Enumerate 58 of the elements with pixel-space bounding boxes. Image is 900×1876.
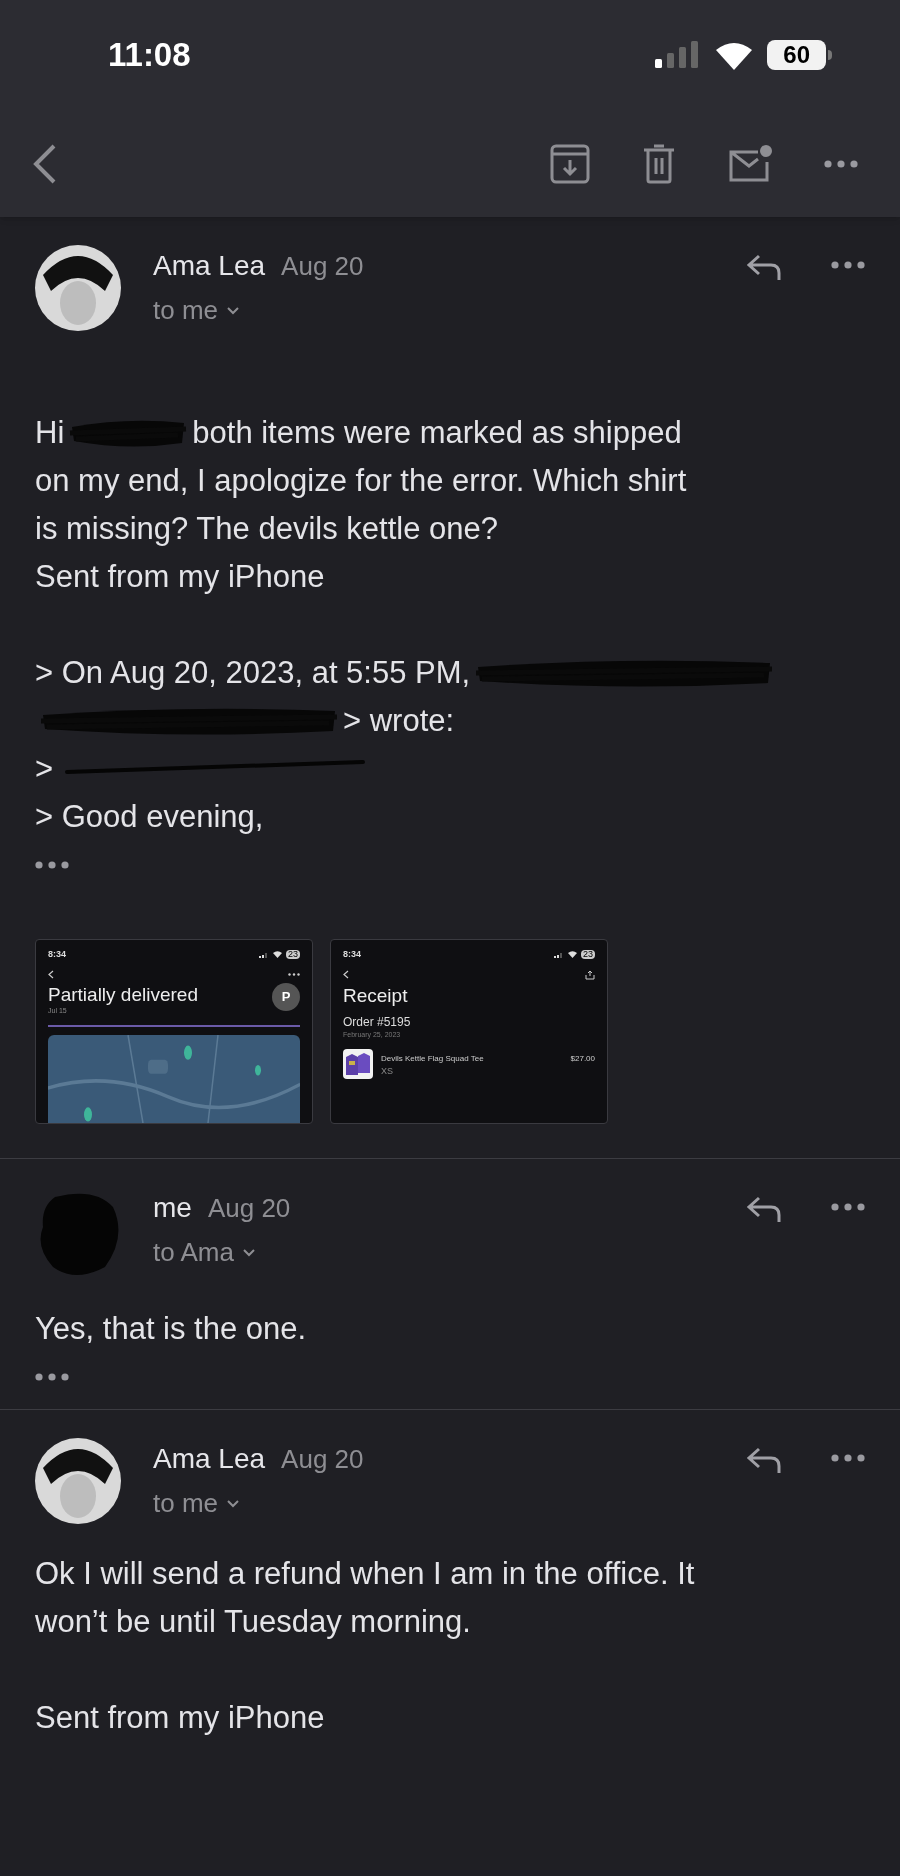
recipient-toggle[interactable]: to me: [153, 1484, 745, 1523]
recipient-toggle[interactable]: to Ama: [153, 1233, 745, 1272]
share-icon: [585, 969, 595, 980]
body-text: > wrote:: [343, 701, 455, 740]
reply-icon[interactable]: [745, 1195, 783, 1223]
thumbnail-title: Receipt: [342, 983, 409, 1008]
more-icon[interactable]: [824, 159, 858, 168]
message-date: Aug 20: [281, 250, 364, 283]
item-size: XS: [381, 1064, 394, 1078]
battery-level: 23: [286, 950, 300, 960]
more-icon[interactable]: [831, 1454, 865, 1462]
back-icon: [48, 969, 54, 979]
body-text: Ok I will send a refund when I am in the office. It: [35, 1554, 695, 1593]
body-text: is missing? The devils kettle one?: [35, 509, 498, 548]
sender-name: me: [153, 1191, 192, 1225]
item-price: $27.00: [570, 1052, 595, 1065]
body-text: Hi: [35, 413, 65, 452]
message-date: Aug 20: [207, 1192, 291, 1225]
more-icon[interactable]: [831, 1203, 865, 1211]
thumbnail-title: Partially delivered: [48, 982, 198, 1007]
body-text: both items were marked as shipped: [192, 413, 682, 452]
reply-icon[interactable]: [745, 253, 783, 281]
body-text: > Good evening,: [35, 797, 264, 836]
reply-icon[interactable]: [745, 1446, 783, 1474]
body-text: > On Aug 20, 2023, at 5:55 PM,: [35, 653, 471, 692]
status-time: 11:08: [108, 35, 191, 76]
wifi-icon: [568, 951, 577, 959]
battery-level: 23: [581, 950, 595, 960]
body-text: won’t be until Tuesday morning.: [35, 1602, 471, 1641]
signal-icon: [554, 951, 564, 958]
body-text: Sent from my iPhone: [35, 557, 325, 596]
body-text: >: [35, 749, 54, 788]
chevron-down-icon: [226, 306, 241, 315]
chevron-down-icon: [241, 1248, 256, 1257]
battery-level: 60: [767, 40, 826, 70]
body-text: on my end, I apologize for the error. Which shirt: [35, 461, 687, 500]
body-text: Yes, that is the one.: [35, 1309, 307, 1348]
trash-icon[interactable]: [642, 143, 676, 184]
chevron-down-icon: [226, 1499, 241, 1508]
wifi-icon: [273, 951, 282, 959]
show-trimmed-icon[interactable]: [35, 861, 69, 869]
order-number: Order #5195: [342, 1015, 412, 1031]
back-icon: [343, 970, 349, 979]
mail-icon[interactable]: [728, 143, 772, 184]
status-time: 8:34: [48, 948, 66, 961]
item-name: Devils Kettle Flag Squad Tee: [381, 1052, 485, 1065]
archive-icon[interactable]: [550, 143, 590, 184]
signal-icon: [259, 951, 269, 958]
body-text: Sent from my iPhone: [35, 1698, 325, 1737]
more-icon: [288, 972, 300, 976]
show-trimmed-icon[interactable]: [35, 1373, 69, 1381]
initial-avatar: P: [272, 982, 300, 1011]
status-time: 8:34: [343, 948, 361, 961]
sender-name: Ama Lea: [153, 1442, 266, 1476]
sender-name: Ama Lea: [153, 249, 266, 283]
message-date: Aug 20: [281, 1443, 364, 1476]
recipient-toggle[interactable]: to me: [153, 291, 745, 330]
more-icon[interactable]: [831, 261, 865, 269]
